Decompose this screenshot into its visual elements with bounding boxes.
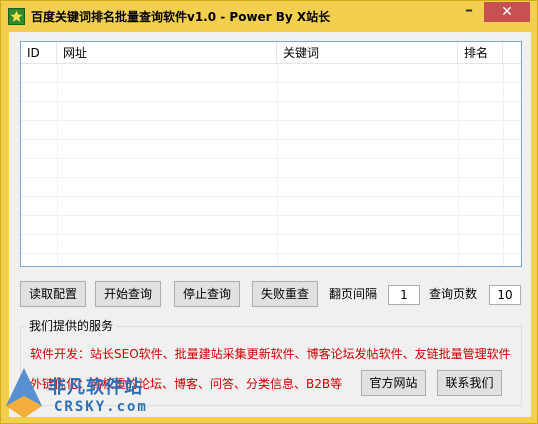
column-header-rank[interactable]: 排名 (458, 42, 503, 64)
star-icon (8, 8, 25, 25)
table-row[interactable] (21, 235, 521, 254)
table-row[interactable] (21, 64, 521, 83)
table-row[interactable] (21, 254, 521, 266)
contact-us-button[interactable]: 联系我们 (437, 370, 502, 396)
services-software-text: 软件开发：站长SEO软件、批量建站采集更新软件、博客论坛发帖软件、友链批量管理软… (30, 347, 511, 361)
table-row[interactable] (21, 83, 521, 102)
table-row[interactable] (21, 121, 521, 140)
app-window: 百度关键词排名批量查询软件v1.0 - Power By X站长 – ✕ ID … (0, 0, 538, 424)
table-header: ID 网址 关键词 排名 (21, 42, 521, 64)
page-interval-input[interactable]: 1 (388, 285, 420, 305)
client-area: ID 网址 关键词 排名 读取配置 开始查询 停止查询 失败重查 翻页间隔 1 … (9, 32, 531, 417)
column-header-url[interactable]: 网址 (57, 42, 277, 64)
query-pages-input[interactable]: 10 (489, 285, 521, 305)
stop-query-button[interactable]: 停止查询 (174, 281, 240, 307)
services-group-title: 我们提供的服务 (26, 318, 117, 334)
table-row[interactable] (21, 216, 521, 235)
column-header-filler (503, 42, 521, 64)
table-row[interactable] (21, 159, 521, 178)
table-row[interactable] (21, 140, 521, 159)
official-site-button[interactable]: 官方网站 (361, 370, 426, 396)
window-title: 百度关键词排名批量查询软件v1.0 - Power By X站长 (31, 10, 331, 24)
table-row[interactable] (21, 197, 521, 216)
column-header-id[interactable]: ID (21, 42, 57, 64)
services-link-text: 外链优化：高权重的论坛、博客、问答、分类信息、B2B等 (30, 377, 343, 391)
query-pages-label: 查询页数 (429, 287, 478, 301)
page-interval-label: 翻页间隔 (329, 287, 378, 301)
table-row[interactable] (21, 102, 521, 121)
retry-failed-button[interactable]: 失败重查 (252, 281, 318, 307)
table-row[interactable] (21, 178, 521, 197)
minimize-button[interactable]: – (456, 2, 482, 22)
results-table[interactable]: ID 网址 关键词 排名 (20, 41, 522, 267)
column-header-keyword[interactable]: 关键词 (277, 42, 458, 64)
table-body (21, 64, 521, 266)
start-query-button[interactable]: 开始查询 (95, 281, 161, 307)
close-button[interactable]: ✕ (484, 2, 530, 22)
title-bar[interactable]: 百度关键词排名批量查询软件v1.0 - Power By X站长 – ✕ (1, 1, 537, 32)
load-config-button[interactable]: 读取配置 (20, 281, 86, 307)
